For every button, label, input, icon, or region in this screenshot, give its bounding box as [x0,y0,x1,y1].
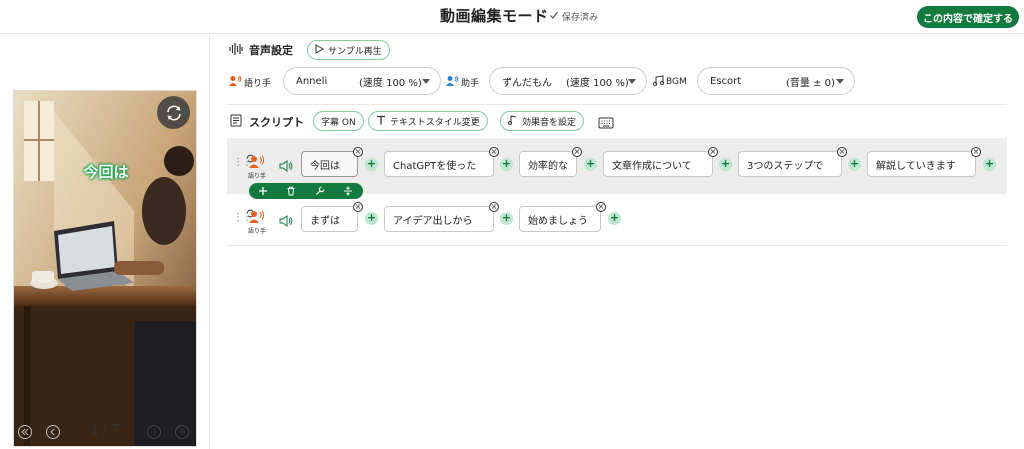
script-chunk[interactable]: アイデア出しから × [384,202,499,232]
assistant-voice-select[interactable]: ずんだもん (速度 100 %) [489,67,647,95]
preview-caption: 今回は [83,163,129,181]
close-icon[interactable]: × [353,147,363,157]
narrator-label: 語り手 [229,75,271,90]
play-icon [315,43,325,57]
music-note-icon [508,114,518,128]
chevron-down-icon [628,79,636,84]
insert-chunk-button[interactable]: + [365,212,378,225]
refresh-icon [165,104,183,122]
script-icon [229,114,243,130]
volume-icon[interactable] [279,212,293,231]
script-chunk[interactable]: 解説していきます × [867,147,981,177]
speaker-person-icon [446,75,459,90]
save-status-label: 保存済み [562,13,599,23]
insert-chunk-button[interactable]: + [500,158,513,171]
script-chunk[interactable]: 今回は × [301,147,363,177]
regenerate-image-button[interactable] [157,96,190,129]
text-style-button[interactable]: テキストスタイル変更 [368,111,488,131]
close-icon[interactable]: × [572,147,582,157]
sample-play-button[interactable]: サンプル再生 [307,40,390,60]
pagination: 1 / 7 [0,422,210,442]
row-speaker-label: 語り手 [247,173,266,180]
close-icon[interactable]: × [837,147,847,157]
script-chunk[interactable]: 3つのステップで × [738,147,847,177]
page-indicator: 1 / 7 [90,423,120,438]
header-bar: 動画編集モード 保存済み この内容で確定する [0,0,1024,34]
close-icon[interactable]: × [353,202,363,212]
sound-effect-button[interactable]: 効果音を設定 [500,111,585,131]
insert-chunk-button[interactable]: + [584,158,597,171]
insert-chunk-button[interactable]: + [848,158,861,171]
chevron-down-icon [422,79,430,84]
script-chunk[interactable]: まずは × [301,202,363,232]
music-note-icon [652,75,665,89]
waveform-icon [229,42,243,58]
prev-page-button[interactable] [46,425,60,439]
close-icon[interactable]: × [596,202,606,212]
script-chunk[interactable]: 文章作成について × [603,147,718,177]
chunk-toolbar [249,183,363,199]
preview-image [14,91,196,446]
insert-chunk-button[interactable]: + [983,158,996,171]
chevron-down-icon [836,79,844,84]
row-speaker-label: 語り手 [247,228,266,235]
close-icon[interactable]: × [971,147,981,157]
insert-chunk-button[interactable]: + [719,158,732,171]
insert-chunk-button[interactable]: + [365,158,378,171]
confirm-button[interactable]: この内容で確定する [917,6,1019,28]
assistant-label: 助手 [446,75,479,90]
last-page-button[interactable] [175,425,189,439]
voice-settings-heading: 音声設定 [229,42,293,58]
chevron-left-icon [50,428,55,436]
close-icon[interactable]: × [489,202,499,212]
speaker-person-icon [229,75,242,90]
script-chunk[interactable]: ChatGPTを使った × [384,147,499,177]
double-chevron-right-icon [178,428,186,436]
script-chunk[interactable]: 始めましょう × [519,202,606,232]
bgm-select[interactable]: Escort (音量 ± 0) [697,67,855,95]
split-icon[interactable] [341,184,355,198]
first-page-button[interactable] [18,425,32,439]
trash-icon[interactable] [284,184,298,198]
page-title: 動画編集モード [440,7,549,25]
narrator-voice-select[interactable]: Anneli (速度 100 %) [283,67,441,95]
keyboard-icon[interactable] [598,114,614,133]
add-icon[interactable] [256,184,270,198]
close-icon[interactable]: × [489,147,499,157]
subtitle-toggle[interactable]: 字幕 ON [313,111,364,131]
save-status: 保存済み [549,10,598,23]
bgm-label: BGM [652,75,687,89]
double-chevron-left-icon [21,428,29,436]
insert-chunk-button[interactable]: + [608,212,621,225]
next-page-button[interactable] [147,425,161,439]
wrench-icon[interactable] [313,184,327,198]
text-icon [376,115,386,128]
chevron-right-icon [152,428,157,436]
section-divider [227,104,1007,105]
script-heading: スクリプト [229,114,304,130]
check-icon [549,10,559,23]
close-icon[interactable]: × [708,147,718,157]
script-chunk[interactable]: 効率的な × [519,147,582,177]
insert-chunk-button[interactable]: + [500,212,513,225]
video-preview: 今回は [13,90,197,447]
row-divider [227,245,1007,246]
preview-panel: 今回は 1 / 7 [0,35,210,449]
volume-icon[interactable] [279,157,293,176]
